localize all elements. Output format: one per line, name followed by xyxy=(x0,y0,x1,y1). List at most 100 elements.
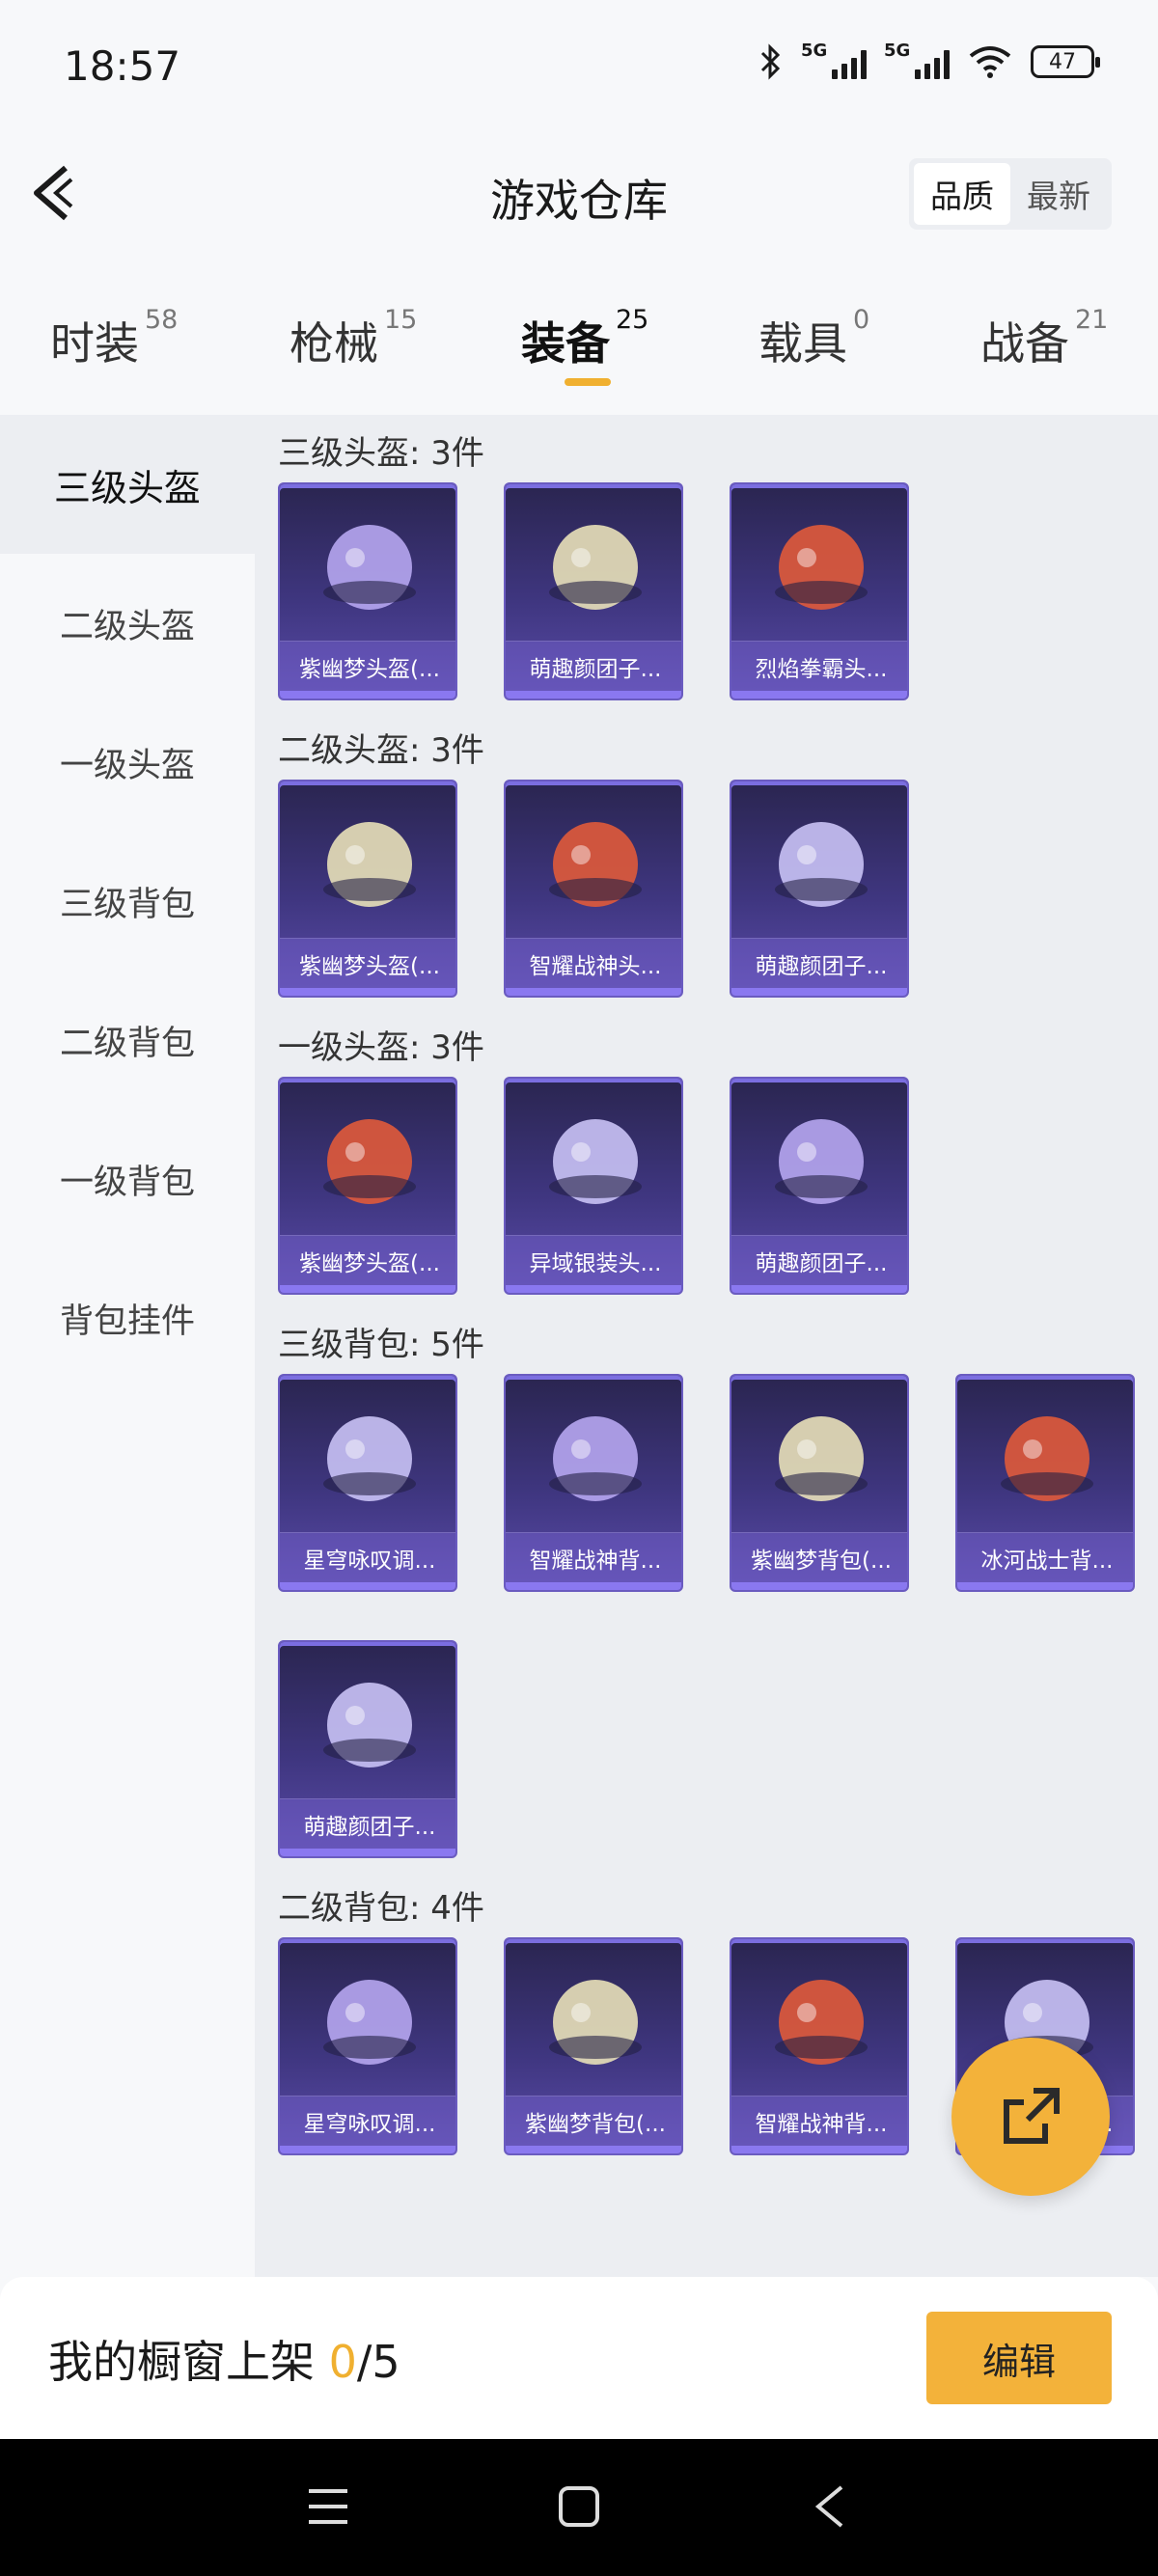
status-icons: 5G 5G 47 xyxy=(758,41,1100,81)
item-name: 萌趣颜团子... xyxy=(731,938,907,988)
wifi-icon xyxy=(969,46,1011,78)
category-tabs: 时装 58 枪械 15 装备 25 载具 0 战备 21 xyxy=(0,289,1158,415)
sidebar-item[interactable]: 三级头盔 xyxy=(0,415,255,554)
item-name: 智耀战神背... xyxy=(731,2096,907,2146)
item-name: 紫幽梦背包(... xyxy=(506,2096,681,2146)
item-name: 紫幽梦头盔(... xyxy=(280,641,455,691)
bluetooth-icon xyxy=(760,43,781,80)
item-card[interactable]: 智耀战神头... xyxy=(504,780,683,998)
tab-weapons[interactable]: 枪械 15 xyxy=(290,305,417,372)
item-card[interactable]: 紫幽梦头盔(... xyxy=(278,482,457,700)
showcase-current: 0 xyxy=(328,2336,357,2388)
item-card[interactable]: 萌趣颜团子... xyxy=(730,780,909,998)
sidebar-item[interactable]: 一级头盔 xyxy=(0,693,255,832)
item-image xyxy=(323,1416,416,1501)
sort-newest-button[interactable]: 最新 xyxy=(1010,163,1107,225)
tab-count: 15 xyxy=(384,305,418,335)
sort-toggle[interactable]: 品质 最新 xyxy=(909,158,1112,230)
sidebar-item[interactable]: 一级背包 xyxy=(0,1110,255,1248)
item-card[interactable]: 萌趣颜团子... xyxy=(504,482,683,700)
item-name: 冰河战士背... xyxy=(957,1532,1133,1582)
battery-icon: 47 xyxy=(1031,45,1100,78)
item-image xyxy=(323,525,416,610)
item-card[interactable]: 智耀战神背... xyxy=(504,1374,683,1592)
sidebar-item[interactable]: 二级背包 xyxy=(0,971,255,1110)
rarity-bar xyxy=(506,691,681,699)
tab-label: 枪械 xyxy=(290,317,378,370)
status-time: 18:57 xyxy=(64,42,181,90)
item-image xyxy=(775,525,868,610)
rarity-bar xyxy=(506,1285,681,1293)
sidebar: 三级头盔 二级头盔 一级头盔 三级背包 二级背包 一级背包 背包挂件 xyxy=(0,415,255,2277)
item-grid: 三级头盔: 3件紫幽梦头盔(... 萌趣颜团子... 烈焰拳霸头... 二级头盔: 3… xyxy=(255,415,1158,2277)
sidebar-item[interactable]: 背包挂件 xyxy=(0,1248,255,1387)
rarity-bar xyxy=(280,1285,455,1293)
section-title: 二级背包: 4件 xyxy=(278,1889,484,1928)
item-image xyxy=(323,1980,416,2065)
item-name: 紫幽梦头盔(... xyxy=(280,938,455,988)
item-image xyxy=(549,1416,642,1501)
item-image xyxy=(323,822,416,907)
tab-label: 时装 xyxy=(50,317,139,370)
item-image xyxy=(775,1980,868,2065)
section-title: 三级背包: 5件 xyxy=(278,1326,484,1364)
rarity-bar xyxy=(731,691,907,699)
back-nav-icon[interactable] xyxy=(813,2483,847,2530)
item-card[interactable]: 星穹咏叹调... xyxy=(278,1937,457,2155)
rarity-bar xyxy=(731,1285,907,1293)
sidebar-item[interactable]: 二级头盔 xyxy=(0,554,255,693)
rarity-bar xyxy=(731,2146,907,2153)
item-name: 紫幽梦头盔(... xyxy=(280,1235,455,1285)
tab-supplies[interactable]: 战备 21 xyxy=(980,305,1108,372)
tab-count: 58 xyxy=(145,305,179,335)
sidebar-item[interactable]: 三级背包 xyxy=(0,832,255,971)
item-name: 紫幽梦背包(... xyxy=(731,1532,907,1582)
item-card[interactable]: 紫幽梦头盔(... xyxy=(278,780,457,998)
tab-label: 装备 xyxy=(521,317,610,370)
rarity-bar xyxy=(280,988,455,996)
showcase-text: 我的橱窗上架 xyxy=(48,2336,315,2388)
share-external-icon xyxy=(1004,2088,1060,2144)
edit-button[interactable]: 编辑 xyxy=(926,2312,1112,2404)
home-icon[interactable] xyxy=(558,2485,600,2528)
signal-icon: 5G xyxy=(884,41,950,79)
tab-vehicles[interactable]: 载具 0 xyxy=(758,305,869,372)
rarity-bar xyxy=(506,2146,681,2153)
item-card[interactable]: 异域银装头... xyxy=(504,1077,683,1295)
item-image xyxy=(549,1119,642,1204)
item-image xyxy=(323,1119,416,1204)
section-title: 三级头盔: 3件 xyxy=(278,434,484,473)
rarity-bar xyxy=(506,1582,681,1590)
tab-equipment[interactable]: 装备 25 xyxy=(521,305,648,372)
item-card[interactable]: 紫幽梦背包(... xyxy=(504,1937,683,2155)
sort-quality-button[interactable]: 品质 xyxy=(914,163,1010,225)
rarity-bar xyxy=(280,691,455,699)
status-bar: 18:57 5G 5G 47 xyxy=(0,0,1158,135)
showcase-total: /5 xyxy=(356,2336,400,2388)
item-card[interactable]: 冰河战士背... xyxy=(955,1374,1135,1592)
item-card[interactable]: 烈焰拳霸头... xyxy=(730,482,909,700)
item-card[interactable]: 智耀战神背... xyxy=(730,1937,909,2155)
tab-count: 21 xyxy=(1075,305,1109,335)
signal-icon: 5G xyxy=(801,41,867,79)
rarity-bar xyxy=(280,1849,455,1856)
rarity-bar xyxy=(280,2146,455,2153)
item-card[interactable]: 星穹咏叹调... xyxy=(278,1374,457,1592)
item-card[interactable]: 紫幽梦背包(... xyxy=(730,1374,909,1592)
item-name: 烈焰拳霸头... xyxy=(731,641,907,691)
item-name: 异域银装头... xyxy=(506,1235,681,1285)
item-card[interactable]: 紫幽梦头盔(... xyxy=(278,1077,457,1295)
section-title: 二级头盔: 3件 xyxy=(278,731,484,770)
tab-label: 战备 xyxy=(980,317,1069,370)
showcase-label: 我的橱窗上架 0/5 xyxy=(48,2327,400,2391)
item-image xyxy=(775,1416,868,1501)
rarity-bar xyxy=(280,1582,455,1590)
item-card[interactable]: 萌趣颜团子... xyxy=(278,1640,457,1858)
item-card[interactable]: 萌趣颜团子... xyxy=(730,1077,909,1295)
tab-count: 0 xyxy=(853,305,870,335)
tab-fashion[interactable]: 时装 58 xyxy=(50,305,178,372)
share-button[interactable] xyxy=(951,2038,1110,2196)
rarity-bar xyxy=(957,1582,1133,1590)
tab-label: 载具 xyxy=(758,317,847,370)
menu-icon[interactable] xyxy=(307,2487,349,2526)
